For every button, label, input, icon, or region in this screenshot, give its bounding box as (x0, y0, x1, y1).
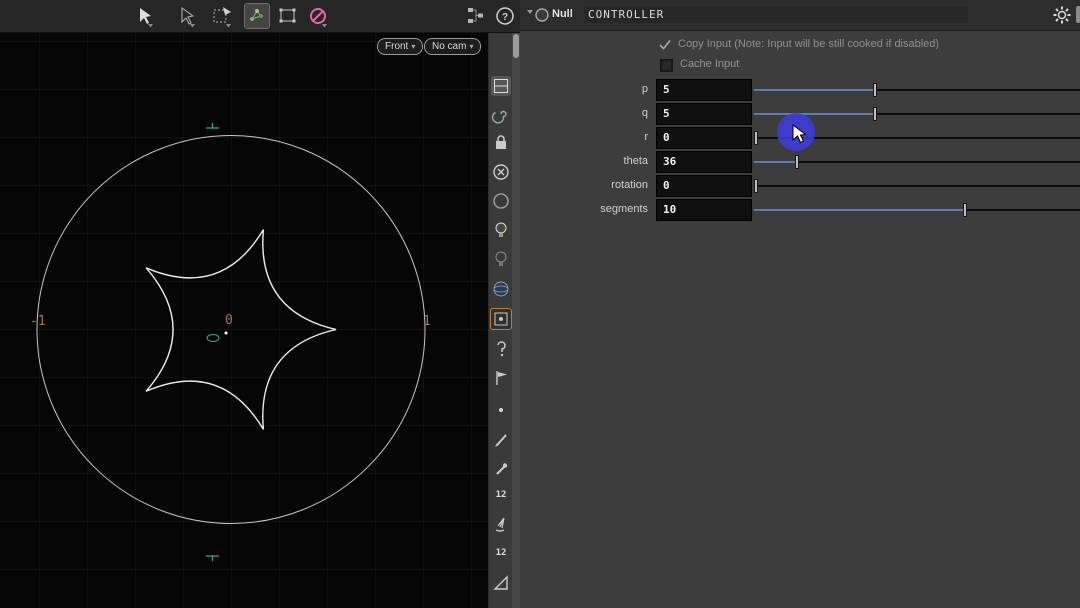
param-row-theta: theta 36 (520, 151, 1080, 173)
param-p-slider-handle[interactable] (873, 83, 877, 97)
param-q-slider-handle[interactable] (873, 107, 877, 121)
light-icon[interactable] (491, 220, 511, 240)
point-numbers-icon[interactable]: 12 (491, 485, 511, 505)
param-p-label: p (641, 83, 648, 95)
param-p-input[interactable]: 5 (656, 79, 752, 101)
point-numbers-alt-icon[interactable]: 12 (491, 543, 511, 563)
cursor-tool-icon[interactable] (132, 4, 156, 28)
axis-label-zero: 0 (225, 313, 233, 328)
slider-fill (754, 89, 875, 91)
gear-icon[interactable] (1052, 5, 1072, 25)
chevron-down-icon: ▾ (469, 42, 474, 51)
node-type-label: Null (552, 8, 573, 20)
param-theta-slider[interactable] (754, 151, 1080, 173)
ruler-icon[interactable] (491, 573, 511, 593)
slider-track[interactable] (754, 161, 1080, 163)
mouse-cursor-icon (792, 124, 807, 144)
param-row-rotation: rotation 0 (520, 175, 1080, 197)
view-layout-icon[interactable] (491, 76, 511, 96)
viewport-side-toolbar: 12 12 (488, 32, 513, 608)
viewport-canvas: -1 0 1 (0, 32, 488, 608)
pane-scrollbar-thumb[interactable] (513, 34, 519, 58)
hook-icon[interactable] (491, 338, 511, 358)
slider-fill (754, 209, 965, 211)
parameter-pane: Null CONTROLLER Copy Input (Note: Input … (520, 0, 1080, 608)
param-segments-slider-handle[interactable] (963, 203, 967, 217)
axis-label-neg1: -1 (30, 314, 46, 329)
scene-viewport[interactable]: -1 0 1 Front ▾ No cam ▾ (0, 32, 488, 608)
param-segments-input[interactable]: 10 (656, 199, 752, 221)
transform-tool-icon[interactable] (210, 4, 234, 28)
network-tree-icon[interactable] (464, 4, 488, 28)
param-segments-label: segments (600, 203, 648, 215)
param-theta-input[interactable]: 36 (656, 151, 752, 173)
shaded-view-icon[interactable] (491, 279, 511, 299)
handles-tool-icon[interactable] (244, 3, 270, 29)
param-theta-label: theta (623, 155, 648, 167)
dot-icon (491, 400, 511, 420)
slider-fill (754, 161, 797, 163)
viewport-toolbar: ? (0, 0, 520, 33)
slider-fill (754, 113, 875, 115)
node-name-field[interactable]: CONTROLLER (584, 6, 968, 23)
param-segments-slider[interactable] (754, 199, 1080, 221)
check-icon (659, 39, 671, 50)
param-rotation-slider-handle[interactable] (754, 179, 758, 193)
brush-icon[interactable] (491, 430, 511, 450)
cache-input-label: Cache Input (680, 58, 740, 70)
param-r-input[interactable]: 0 (656, 127, 752, 149)
broom-icon[interactable] (491, 514, 511, 534)
param-q-input[interactable]: 5 (656, 103, 752, 125)
dropper-icon[interactable] (491, 459, 511, 479)
no-selection-tool-icon[interactable] (306, 4, 330, 28)
select-tool-icon[interactable] (174, 4, 198, 28)
param-q-label: q (641, 107, 648, 119)
param-rotation-label: rotation (611, 179, 648, 191)
flag-icon[interactable] (491, 368, 511, 388)
view-menu-button[interactable]: Front ▾ (377, 38, 424, 55)
param-rotation-slider[interactable] (754, 175, 1080, 197)
param-r-label: r (644, 131, 648, 143)
param-row-p: p5 (520, 79, 1080, 101)
param-row-segments: segments 10 (520, 199, 1080, 221)
param-theta-slider-handle[interactable] (795, 155, 799, 169)
param-p-slider[interactable] (754, 79, 1080, 101)
svg-text:?: ? (502, 12, 508, 23)
view-state-icon[interactable] (490, 308, 512, 330)
pivot-dot (224, 331, 228, 335)
param-r-slider-handle[interactable] (754, 131, 758, 145)
cache-input-checkbox[interactable] (660, 59, 673, 72)
houdini-window: ? -1 0 1 Front ▾ No cam ▾ 12 12 Null CON… (0, 0, 1080, 608)
circle-tool-icon[interactable] (491, 191, 511, 211)
copy-input-label: Copy Input (Note: Input will be still co… (678, 38, 940, 50)
null-node-icon[interactable] (522, 0, 552, 30)
marquee-tool-icon[interactable] (276, 4, 300, 28)
axis-label-pos1: 1 (423, 314, 431, 329)
delete-view-icon[interactable] (491, 162, 511, 182)
param-rotation-input[interactable]: 0 (656, 175, 752, 197)
clipped-header-icon[interactable] (1076, 6, 1080, 23)
chevron-down-icon: ▾ (411, 42, 416, 51)
slider-track[interactable] (754, 185, 1080, 187)
grid-background (0, 32, 488, 608)
node-header: Null CONTROLLER (520, 0, 1080, 31)
pane-scrollbar[interactable] (512, 32, 520, 608)
construction-plane-icon[interactable] (491, 104, 511, 124)
help-icon[interactable]: ? (493, 4, 517, 28)
lock-icon[interactable] (491, 132, 511, 152)
camera-menu-button[interactable]: No cam ▾ (424, 38, 482, 55)
light-alt-icon[interactable] (491, 249, 511, 269)
